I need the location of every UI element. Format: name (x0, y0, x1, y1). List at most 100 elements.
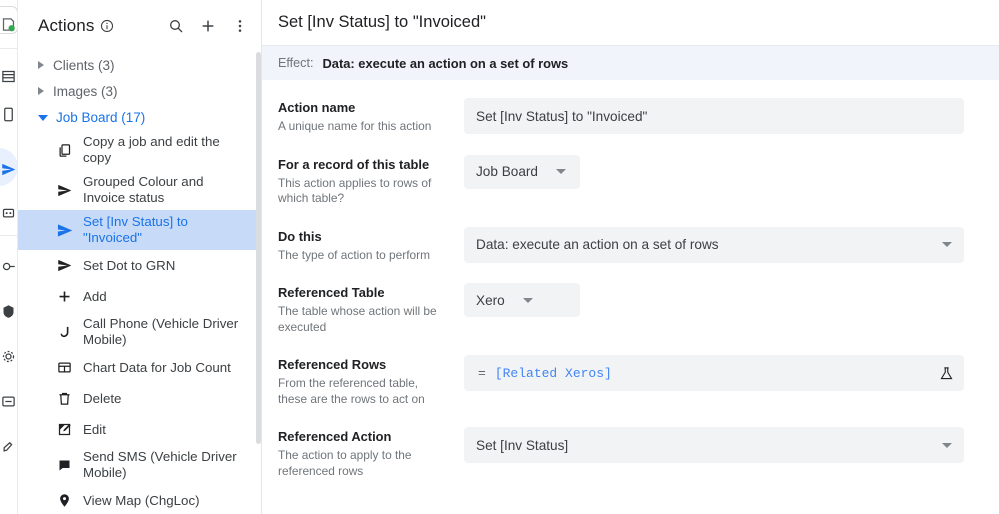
sidebar-header: Actions (18, 0, 261, 52)
rail-item-users[interactable] (0, 295, 17, 327)
map-pin-icon (56, 493, 72, 509)
sidebar-scrollbar-thumb[interactable] (256, 52, 261, 444)
sidebar-item-label: View Map (ChgLoc) (83, 492, 200, 508)
field-description: A unique name for this action (278, 119, 432, 133)
phone-icon (56, 324, 72, 340)
copy-icon (56, 142, 72, 158)
send-icon (56, 182, 72, 198)
table-icon (56, 360, 72, 376)
rail-app-icon[interactable] (0, 8, 17, 40)
field-referenced-table: Referenced Table The table whose action … (278, 283, 983, 335)
field-title: Do this (278, 228, 322, 244)
action-name-input[interactable]: Set [Inv Status] to "Invoiced" (464, 98, 964, 134)
formula-expression: [Related Xeros] (494, 365, 612, 381)
info-icon[interactable] (100, 19, 114, 33)
gear-icon (2, 350, 15, 362)
info-circle-icon (101, 19, 114, 33)
field-description: From the referenced table, these are the… (278, 376, 425, 406)
rail-item-data[interactable] (0, 60, 17, 92)
add-icon[interactable] (197, 15, 219, 37)
send-icon (56, 222, 72, 238)
flask-icon[interactable] (939, 366, 954, 381)
referenced-action-select[interactable]: Set [Inv Status] (464, 427, 964, 463)
more-vert-icon[interactable] (229, 15, 251, 37)
rail-item-deploy[interactable] (0, 430, 17, 462)
actions-sidebar: Actions Clients (3) Images (3) Job Board… (18, 0, 262, 514)
sidebar-item-label: Call Phone (Vehicle Driver Mobile) (83, 316, 239, 347)
sidebar-item-label: Grouped Colour and Invoice status (83, 174, 204, 205)
field-description: The type of action to perform (278, 247, 431, 262)
robot-icon (2, 208, 15, 217)
trash-icon (56, 391, 72, 407)
send-icon (2, 163, 16, 175)
sidebar-item-call-phone[interactable]: Call Phone (Vehicle Driver Mobile) (18, 312, 261, 352)
sidebar-item-view-map-chgloc[interactable]: View Map (ChgLoc) (18, 485, 261, 514)
referenced-rows-formula[interactable]: = [Related Xeros] (464, 355, 964, 391)
tree-group-label: Clients (3) (53, 57, 115, 73)
sidebar-item-delete[interactable]: Delete (18, 383, 261, 414)
sidebar-toolbar (165, 15, 251, 37)
rail-item-automation[interactable] (0, 196, 17, 228)
field-control: Xero (464, 283, 983, 335)
sidebar-item-set-dot-grn[interactable]: Set Dot to GRN (18, 250, 261, 281)
list-icon (2, 70, 15, 82)
field-referenced-action: Referenced Action The action to apply to… (278, 427, 983, 479)
plus-icon (202, 20, 214, 32)
tree-group-images[interactable]: Images (3) (18, 78, 261, 104)
shield-icon (3, 304, 14, 318)
field-description: The action to apply to the referenced ro… (278, 448, 412, 478)
sidebar-item-edit[interactable]: Edit (18, 414, 261, 445)
sidebar-item-label: Delete (83, 390, 122, 406)
tree-group-clients[interactable]: Clients (3) (18, 52, 261, 78)
rail-item-views[interactable] (0, 98, 17, 130)
field-title: Referenced Action (278, 429, 392, 444)
sidebar-scrollbar[interactable] (256, 52, 261, 514)
plus-icon (56, 289, 72, 305)
sidebar-item-set-inv-status[interactable]: Set [Inv Status] to "Invoiced" (18, 210, 261, 250)
effect-label: Effect: (278, 56, 314, 70)
rail-item-actions[interactable] (0, 153, 17, 185)
sidebar-item-label: Set Dot to GRN (83, 257, 176, 273)
field-control: Set [Inv Status] (464, 427, 983, 479)
tree-group-label: Job Board (17) (56, 109, 146, 125)
field-title: Referenced Rows (278, 357, 387, 372)
field-action-name: Action name A unique name for this actio… (278, 98, 983, 135)
page-title: Set [Inv Status] to "Invoiced" (278, 13, 486, 31)
rail-item-security[interactable] (0, 250, 17, 282)
sync-icon (2, 396, 15, 406)
chevron-down-icon (38, 115, 48, 121)
sidebar-item-chart-data[interactable]: Chart Data for Job Count (18, 352, 261, 383)
field-do-this: Do this The type of action to perform Da… (278, 226, 983, 264)
sidebar-item-add[interactable]: Add (18, 281, 261, 312)
chat-icon (56, 457, 72, 473)
effect-value: Data: execute an action on a set of rows (322, 55, 569, 71)
field-title: Action name (278, 100, 356, 115)
referenced-table-select[interactable]: Xero (464, 283, 580, 317)
chevron-down-icon (942, 442, 952, 448)
action-editor-panel: Set [Inv Status] to "Invoiced" Effect: D… (262, 0, 999, 514)
sidebar-item-send-sms[interactable]: Send SMS (Vehicle Driver Mobile) (18, 445, 261, 485)
sidebar-item-label: Edit (83, 421, 106, 437)
sidebar-title: Actions (38, 16, 95, 35)
equals-sign: = (478, 365, 486, 381)
left-nav-rail (0, 0, 18, 514)
sidebar-item-grouped-colour[interactable]: Grouped Colour and Invoice status (18, 170, 261, 210)
field-control: = [Related Xeros] (464, 355, 983, 407)
field-labels: Referenced Rows From the referenced tabl… (278, 355, 464, 407)
rail-item-settings[interactable] (0, 340, 17, 372)
key-icon (2, 262, 15, 270)
field-title: For a record of this table (278, 156, 430, 172)
table-select[interactable]: Job Board (464, 154, 580, 189)
phone-frame-icon (4, 107, 13, 121)
field-control: Job Board (464, 154, 983, 207)
field-description: This action applies to rows of which tab… (278, 175, 432, 206)
tree-group-job-board[interactable]: Job Board (17) (18, 104, 261, 130)
chevron-down-icon (522, 297, 533, 303)
field-labels: Referenced Table The table whose action … (278, 283, 464, 335)
field-labels: Do this The type of action to perform (278, 227, 464, 264)
rail-item-sync[interactable] (0, 385, 17, 417)
search-icon[interactable] (165, 15, 187, 37)
do-this-select[interactable]: Data: execute an action on a set of rows (464, 226, 964, 263)
sidebar-item-copy-job[interactable]: Copy a job and edit the copy (18, 130, 261, 170)
chevron-down-icon (555, 169, 566, 174)
